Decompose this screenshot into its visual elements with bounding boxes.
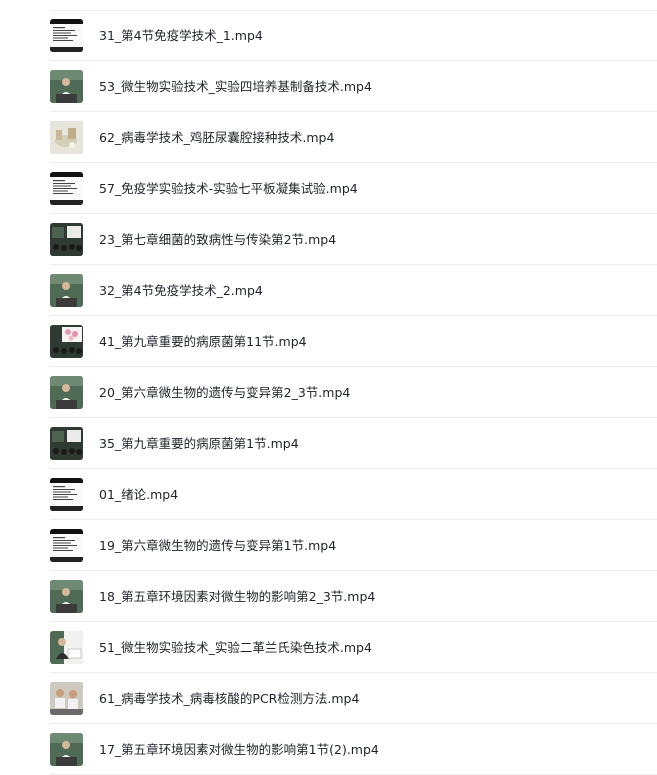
- video-thumbnail[interactable]: [50, 580, 83, 613]
- file-list-item[interactable]: 51_微生物实验技术_实验二革兰氏染色技术.mp4: [0, 622, 657, 673]
- file-name[interactable]: 17_第五章环境因素对微生物的影响第1节(2).mp4: [99, 724, 379, 775]
- file-list-item[interactable]: 01_绪论.mp4: [0, 469, 657, 520]
- video-thumbnail[interactable]: [50, 70, 83, 103]
- file-name[interactable]: 01_绪论.mp4: [99, 469, 178, 520]
- file-name[interactable]: 61_病毒学技术_病毒核酸的PCR检测方法.mp4: [99, 673, 359, 724]
- file-list-item[interactable]: 61_病毒学技术_病毒核酸的PCR检测方法.mp4: [0, 673, 657, 724]
- file-name[interactable]: 18_第五章环境因素对微生物的影响第2_3节.mp4: [99, 571, 375, 622]
- file-name[interactable]: 23_第七章细菌的致病性与传染第2节.mp4: [99, 214, 336, 265]
- video-thumbnail[interactable]: [50, 19, 83, 52]
- file-name[interactable]: 31_第4节免疫学技术_1.mp4: [99, 10, 263, 61]
- file-name[interactable]: 35_第九章重要的病原菌第1节.mp4: [99, 418, 299, 469]
- video-thumbnail[interactable]: [50, 274, 83, 307]
- file-list-item[interactable]: 41_第九章重要的病原菌第11节.mp4: [0, 316, 657, 367]
- video-thumbnail[interactable]: [50, 121, 83, 154]
- file-name[interactable]: 19_第六章微生物的遗传与变异第1节.mp4: [99, 520, 336, 571]
- file-list-item[interactable]: 19_第六章微生物的遗传与变异第1节.mp4: [0, 520, 657, 571]
- file-list-item[interactable]: 53_微生物实验技术_实验四培养基制备技术.mp4: [0, 61, 657, 112]
- file-name[interactable]: 20_第六章微生物的遗传与变异第2_3节.mp4: [99, 367, 350, 418]
- file-list-item[interactable]: 23_第七章细菌的致病性与传染第2节.mp4: [0, 214, 657, 265]
- file-list-item[interactable]: 35_第九章重要的病原菌第1节.mp4: [0, 418, 657, 469]
- file-list-item[interactable]: 17_第五章环境因素对微生物的影响第1节(2).mp4: [0, 724, 657, 775]
- file-list-item[interactable]: 32_第4节免疫学技术_2.mp4: [0, 265, 657, 316]
- file-name[interactable]: 62_病毒学技术_鸡胚尿囊腔接种技术.mp4: [99, 112, 334, 163]
- file-name[interactable]: 41_第九章重要的病原菌第11节.mp4: [99, 316, 307, 367]
- video-thumbnail[interactable]: [50, 223, 83, 256]
- video-thumbnail[interactable]: [50, 682, 83, 715]
- file-list-item[interactable]: 20_第六章微生物的遗传与变异第2_3节.mp4: [0, 367, 657, 418]
- video-thumbnail[interactable]: [50, 631, 83, 664]
- video-thumbnail[interactable]: [50, 478, 83, 511]
- file-list-item[interactable]: 18_第五章环境因素对微生物的影响第2_3节.mp4: [0, 571, 657, 622]
- video-thumbnail[interactable]: [50, 427, 83, 460]
- video-thumbnail[interactable]: [50, 376, 83, 409]
- video-thumbnail[interactable]: [50, 529, 83, 562]
- video-thumbnail[interactable]: [50, 325, 83, 358]
- file-name[interactable]: 53_微生物实验技术_实验四培养基制备技术.mp4: [99, 61, 372, 112]
- video-thumbnail[interactable]: [50, 172, 83, 205]
- file-list-item[interactable]: 31_第4节免疫学技术_1.mp4: [0, 10, 657, 61]
- file-name[interactable]: 32_第4节免疫学技术_2.mp4: [99, 265, 263, 316]
- file-name[interactable]: 51_微生物实验技术_实验二革兰氏染色技术.mp4: [99, 622, 372, 673]
- file-list-item[interactable]: 62_病毒学技术_鸡胚尿囊腔接种技术.mp4: [0, 112, 657, 163]
- video-thumbnail[interactable]: [50, 733, 83, 766]
- file-list-item[interactable]: 57_免疫学实验技术-实验七平板凝集试验.mp4: [0, 163, 657, 214]
- file-name[interactable]: 57_免疫学实验技术-实验七平板凝集试验.mp4: [99, 163, 358, 214]
